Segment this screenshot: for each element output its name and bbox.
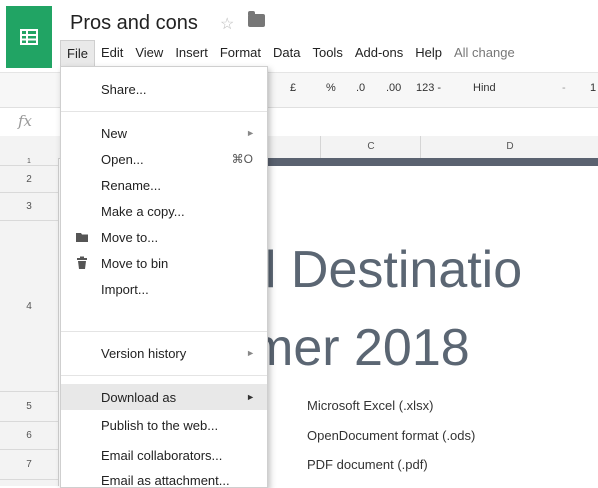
save-status: All change [454,45,515,60]
submenu-arrow-icon: ► [246,348,255,358]
menu-item-email-collaborators-label: Email collaborators... [101,447,223,463]
menu-bar: File Edit View Insert Format Data Tools … [60,40,521,66]
menu-separator [61,111,267,112]
menu-item-publish[interactable]: Publish to the web... [61,413,267,437]
column-header-d[interactable]: D [420,136,598,158]
file-menu: Share... New ► Open... ⌘O Rename... Make… [60,66,268,488]
menu-edit[interactable]: Edit [95,40,129,66]
menu-data[interactable]: Data [267,40,306,66]
heading-line-2: mer 2018 [250,319,470,377]
menu-item-download-as[interactable]: Download as ► [61,384,267,410]
folder-icon [76,233,88,242]
column-header-c[interactable]: C [320,136,421,158]
menu-item-email-attachment[interactable]: Email as attachment... [61,471,267,487]
decrease-decimal-button[interactable]: .0 [356,82,365,94]
menu-item-move-to-bin-label: Move to bin [101,255,169,271]
menu-item-version-history[interactable]: Version history ► [61,341,267,365]
menu-help[interactable]: Help [409,40,448,66]
menu-item-new[interactable]: New ► [61,121,267,145]
menu-item-version-history-label: Version history [101,345,187,361]
font-dropdown-arrow[interactable]: - [562,82,566,94]
row-header-2[interactable]: 2 [0,166,58,193]
shortcut-open: ⌘O [231,152,253,166]
trash-icon [77,256,87,269]
row-header-4[interactable]: 4 [0,221,58,392]
sheets-logo-icon [20,29,38,45]
heading-line-1: el Destinatio [236,241,523,299]
menu-item-open[interactable]: Open... ⌘O [61,147,267,171]
menu-tools[interactable]: Tools [306,40,348,66]
folder-icon[interactable] [248,11,265,27]
menu-item-move-to[interactable]: Move to... [61,225,267,249]
download-option-ods[interactable]: OpenDocument format (.ods) [307,428,475,443]
menu-format[interactable]: Format [214,40,267,66]
row-header-6[interactable]: 6 [0,422,58,450]
currency-button[interactable]: £ [290,82,296,94]
font-select[interactable]: Hind [473,82,496,94]
row-header-3[interactable]: 3 [0,193,58,221]
download-option-xlsx[interactable]: Microsoft Excel (.xlsx) [307,398,433,413]
menu-item-move-to-label: Move to... [101,229,159,245]
menu-item-email-collaborators[interactable]: Email collaborators... [61,443,267,467]
menu-separator [61,331,267,332]
menu-item-move-to-bin[interactable]: Move to bin [61,251,267,275]
menu-item-open-label: Open... [101,151,144,167]
menu-item-email-attachment-label: Email as attachment... [101,473,230,487]
row-header-7[interactable]: 7 [0,450,58,480]
menu-item-make-copy[interactable]: Make a copy... [61,199,267,223]
row-header-5[interactable]: 5 [0,392,58,422]
menu-item-publish-label: Publish to the web... [101,417,219,433]
menu-view[interactable]: View [129,40,169,66]
more-formats-button[interactable]: 123 - [416,82,441,94]
sheets-logo[interactable] [6,6,52,68]
menu-item-import[interactable]: Import... [61,277,267,301]
download-option-pdf[interactable]: PDF document (.pdf) [307,457,428,472]
fx-icon: fx [18,112,33,130]
percent-button[interactable]: % [326,82,336,94]
submenu-arrow-icon: ► [246,128,255,138]
row-header-column: 1 2 3 4 5 6 7 [0,158,59,486]
menu-item-new-label: New [101,125,128,141]
menu-item-rename[interactable]: Rename... [61,173,267,197]
menu-item-make-copy-label: Make a copy... [101,203,185,219]
submenu-arrow-icon: ► [246,392,255,402]
menu-insert[interactable]: Insert [169,40,214,66]
font-size-select[interactable]: 1 [590,82,596,94]
menu-file[interactable]: File [60,40,95,66]
increase-decimal-button[interactable]: .00 [386,82,401,94]
row-header-1[interactable]: 1 [0,158,58,166]
star-icon[interactable]: ☆ [220,14,234,34]
menu-item-share[interactable]: Share... [61,77,267,101]
menu-item-share-label: Share... [101,81,147,97]
document-title[interactable]: Pros and cons [70,12,198,35]
menu-item-import-label: Import... [101,281,149,297]
menu-item-download-as-label: Download as [101,389,177,405]
menu-item-rename-label: Rename... [101,177,161,193]
menu-addons[interactable]: Add-ons [349,40,409,66]
menu-separator [61,375,267,376]
